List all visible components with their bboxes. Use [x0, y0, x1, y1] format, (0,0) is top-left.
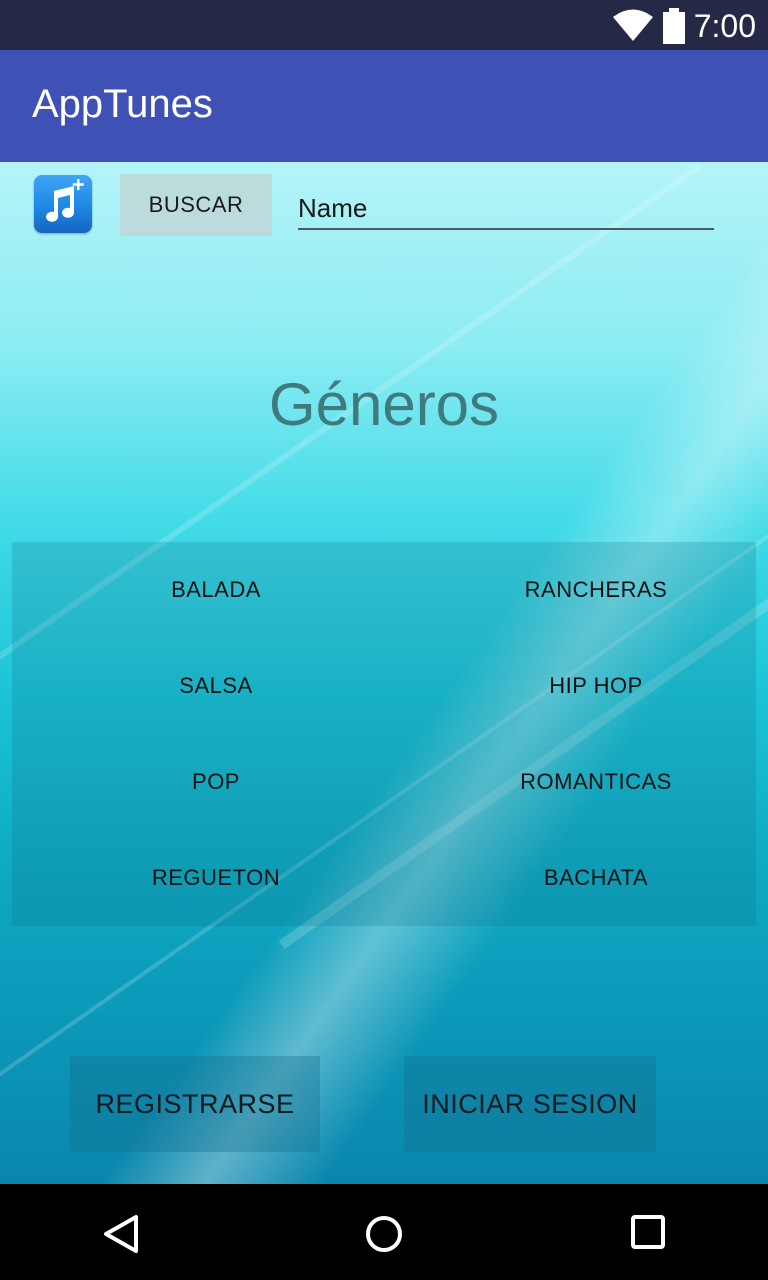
wifi-icon	[613, 9, 653, 41]
genre-button-balada[interactable]: BALADA	[30, 542, 402, 638]
name-search-input[interactable]	[298, 188, 714, 230]
navigation-bar	[0, 1184, 768, 1280]
genre-button-hip-hop[interactable]: HIP HOP	[410, 638, 768, 734]
genres-title: Géneros	[268, 371, 500, 438]
status-time: 7:00	[693, 8, 756, 44]
login-button[interactable]: INICIAR SESION	[404, 1056, 656, 1152]
genre-button-salsa[interactable]: SALSA	[30, 638, 402, 734]
search-button[interactable]: BUSCAR	[120, 174, 272, 236]
home-icon[interactable]	[364, 1214, 404, 1254]
genre-button-bachata[interactable]: BACHATA	[410, 830, 768, 926]
genre-button-rancheras[interactable]: RANCHERAS	[410, 542, 768, 638]
genre-button-pop[interactable]: POP	[30, 734, 402, 830]
status-bar: 7:00	[0, 0, 768, 50]
genre-button-regueton[interactable]: REGUETON	[30, 830, 402, 926]
back-icon[interactable]	[102, 1214, 140, 1254]
recents-icon[interactable]	[630, 1214, 666, 1250]
music-note-plus-icon[interactable]	[34, 175, 92, 233]
app-bar: AppTunes	[0, 50, 768, 162]
app-title: AppTunes	[32, 82, 213, 126]
genre-grid: BALADA RANCHERAS SALSA HIP HOP POP ROMAN…	[12, 542, 756, 926]
register-button[interactable]: REGISTRARSE	[70, 1056, 320, 1152]
main-content: BUSCAR Géneros BALADA RANCHERAS SALSA HI…	[0, 162, 768, 1184]
genre-button-romanticas[interactable]: ROMANTICAS	[410, 734, 768, 830]
battery-icon	[663, 8, 685, 44]
